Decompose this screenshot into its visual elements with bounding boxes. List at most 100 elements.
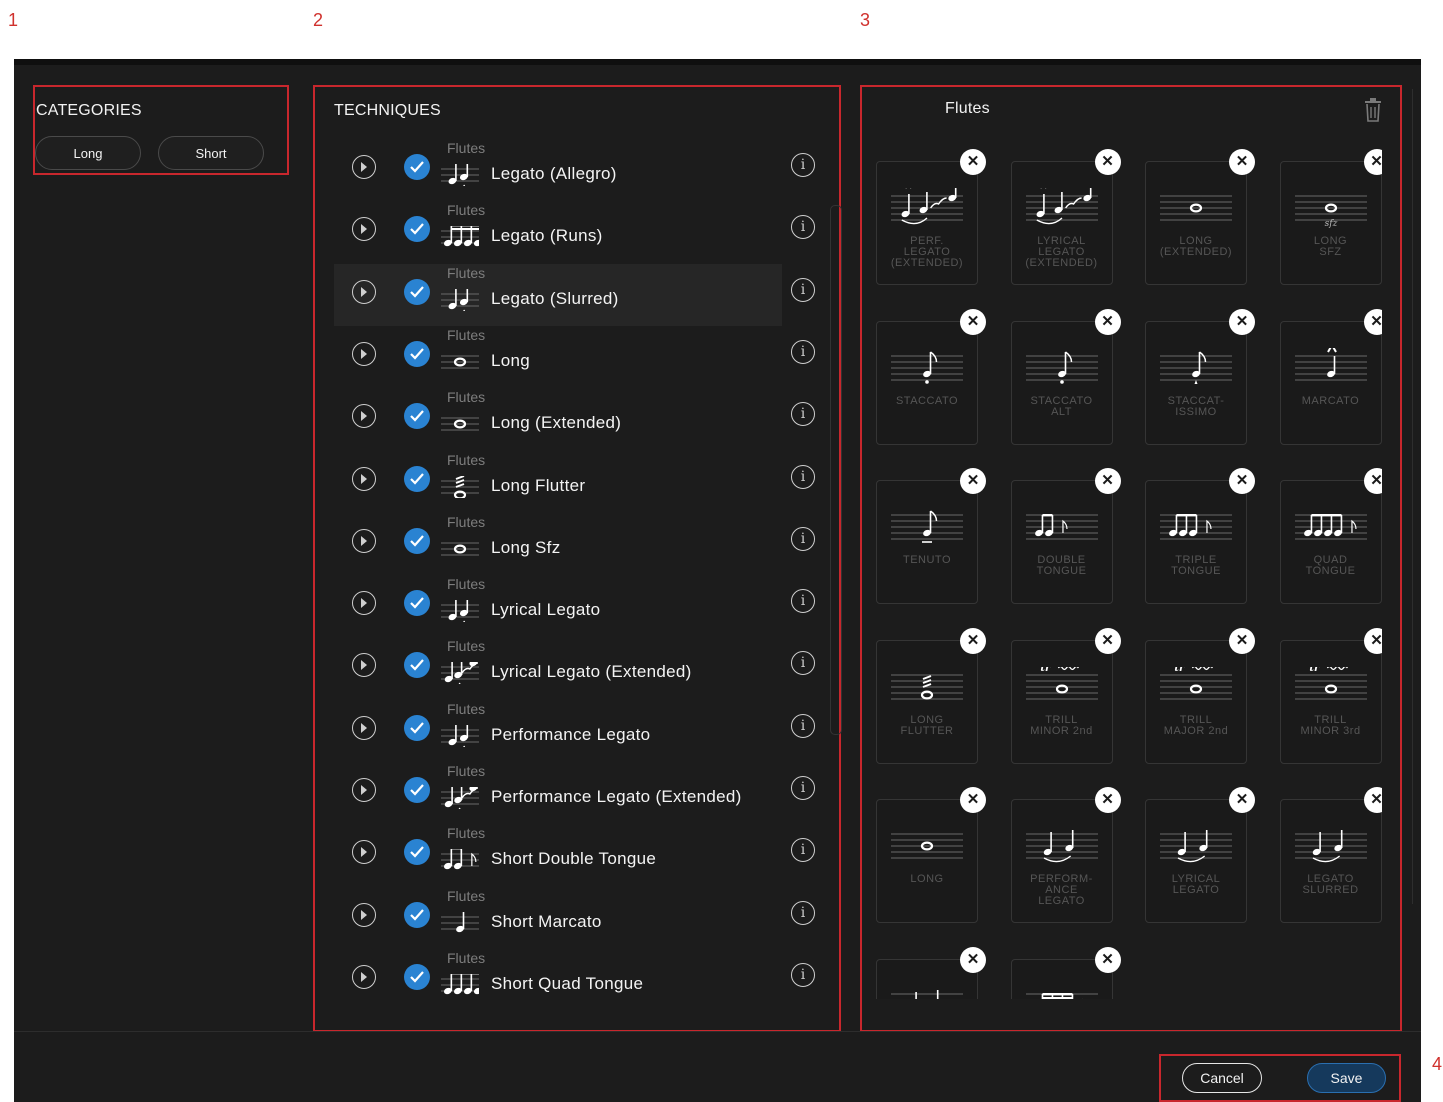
checkbox-checked-icon[interactable] (404, 652, 430, 679)
technique-row[interactable]: Flutes Long (Extended) i (334, 388, 815, 450)
info-icon[interactable]: i (791, 713, 815, 738)
technique-row[interactable]: Flutes Lyrical Legato i (334, 575, 815, 637)
play-icon[interactable] (352, 466, 376, 491)
checkbox-checked-icon[interactable] (404, 714, 430, 741)
checkbox-checked-icon[interactable] (404, 216, 430, 243)
technique-tile[interactable]: LONG FLUTTER (876, 639, 978, 764)
remove-tile-icon[interactable]: ✕ (1229, 308, 1255, 335)
technique-tile[interactable]: STACCAT- ISSIMO (1145, 320, 1247, 445)
technique-tile[interactable]: LYRICAL LEGATO (1145, 799, 1247, 923)
technique-tile[interactable]: PERFORM- ANCE LEGATO (1010, 799, 1113, 923)
remove-tile-icon[interactable]: ✕ (1229, 787, 1255, 813)
play-icon[interactable] (352, 840, 376, 865)
technique-tile[interactable]: LONG (876, 799, 978, 923)
technique-row[interactable]: Flutes Performance Legato i (334, 700, 815, 762)
info-icon[interactable]: i (791, 153, 815, 177)
technique-row[interactable]: Flutes Lyrical Legato (Extended) i (334, 637, 815, 699)
technique-tile[interactable]: DOUBLE TONGUE (1010, 480, 1113, 604)
remove-tile-icon[interactable]: ✕ (960, 468, 986, 494)
remove-tile-icon[interactable]: ✕ (1363, 627, 1382, 654)
save-button[interactable]: Save (1307, 1063, 1386, 1093)
info-icon[interactable]: i (791, 464, 815, 489)
technique-tile[interactable]: STACCATO (876, 320, 978, 445)
play-icon[interactable] (352, 778, 376, 802)
play-icon[interactable] (352, 715, 376, 740)
checkbox-checked-icon[interactable] (404, 963, 430, 990)
technique-row[interactable]: Flutes Long Flutter i (334, 451, 815, 513)
remove-tile-icon[interactable]: ✕ (1094, 468, 1121, 494)
cancel-button[interactable]: Cancel (1182, 1063, 1262, 1093)
checkbox-checked-icon[interactable] (404, 403, 430, 430)
checkbox-checked-icon[interactable] (404, 278, 430, 305)
info-icon[interactable]: i (791, 526, 815, 551)
remove-tile-icon[interactable]: ✕ (1094, 787, 1121, 813)
info-icon[interactable]: i (791, 402, 815, 427)
checkbox-checked-icon[interactable] (404, 527, 430, 554)
info-icon[interactable]: i (791, 339, 815, 364)
technique-tile[interactable]: sfz LONG SFZ (1279, 161, 1382, 285)
technique-tile[interactable]: LYRICAL LEGATO (EXTENDED) (1010, 161, 1113, 285)
play-icon[interactable] (352, 217, 376, 242)
remove-tile-icon[interactable]: ✕ (1363, 308, 1382, 335)
technique-row[interactable]: Flutes Legato (Runs) i (334, 201, 815, 263)
tile-label: TRILL MINOR 2nd (1030, 713, 1093, 737)
info-icon[interactable]: i (791, 776, 815, 800)
remove-tile-icon[interactable]: ✕ (960, 149, 986, 175)
info-icon[interactable]: i (791, 962, 815, 987)
checkbox-checked-icon[interactable] (404, 590, 430, 617)
info-icon[interactable]: i (791, 589, 815, 614)
remove-tile-icon[interactable]: ✕ (960, 946, 986, 973)
technique-row[interactable]: Flutes Legato (Slurred) i (334, 263, 815, 326)
technique-tile[interactable]: tr TRILL MINOR 3rd (1279, 639, 1382, 764)
remove-tile-icon[interactable]: ✕ (960, 308, 986, 335)
play-icon[interactable] (352, 279, 376, 304)
remove-tile-icon[interactable]: ✕ (1229, 468, 1255, 494)
technique-tile[interactable]: STACCATO ALT (1010, 320, 1113, 445)
technique-tile[interactable]: QUAD TONGUE (1279, 480, 1382, 604)
technique-tile[interactable]: PERF. LEGATO (EXTENDED) (876, 161, 978, 285)
checkbox-checked-icon[interactable] (404, 901, 430, 928)
remove-tile-icon[interactable]: ✕ (1094, 308, 1121, 335)
trash-icon[interactable] (1363, 98, 1383, 122)
category-long-button[interactable]: Long (35, 136, 141, 170)
checkbox-checked-icon[interactable] (404, 839, 430, 866)
technique-row[interactable]: Flutes Short Quad Tongue i (334, 949, 815, 1011)
remove-tile-icon[interactable]: ✕ (1094, 149, 1121, 175)
techniques-scrollbar[interactable] (830, 205, 842, 735)
checkbox-checked-icon[interactable] (404, 777, 430, 803)
technique-row[interactable]: Flutes Legato (Allegro) i (334, 139, 815, 201)
technique-tile[interactable]: TRIPLE TONGUE (1145, 480, 1247, 604)
play-icon[interactable] (352, 528, 376, 553)
play-icon[interactable] (352, 404, 376, 429)
remove-tile-icon[interactable]: ✕ (1229, 149, 1255, 175)
technique-row[interactable]: Flutes sfz Long Sfz i (334, 513, 815, 575)
preset-scrollbar[interactable] (1412, 89, 1419, 904)
remove-tile-icon[interactable]: ✕ (960, 787, 986, 813)
checkbox-checked-icon[interactable] (404, 154, 430, 180)
remove-tile-icon[interactable]: ✕ (1094, 946, 1121, 973)
play-icon[interactable] (352, 902, 376, 927)
play-icon[interactable] (352, 964, 376, 989)
remove-tile-icon[interactable]: ✕ (1094, 627, 1121, 654)
info-icon[interactable]: i (791, 277, 815, 302)
technique-tile[interactable]: LEGATO SLURRED (1279, 799, 1382, 923)
technique-tile[interactable]: MARCATO (1279, 320, 1382, 445)
checkbox-checked-icon[interactable] (404, 465, 430, 492)
play-icon[interactable] (352, 155, 376, 179)
technique-tile[interactable]: tr TRILL MINOR 2nd (1010, 639, 1113, 764)
info-icon[interactable]: i (791, 900, 815, 925)
technique-row[interactable]: Flutes Long i (334, 326, 815, 388)
technique-tile[interactable]: LONG (EXTENDED) (1145, 161, 1247, 285)
technique-tile[interactable]: TENUTO (876, 480, 978, 604)
remove-tile-icon[interactable]: ✕ (1229, 627, 1255, 654)
category-short-button[interactable]: Short (158, 136, 264, 170)
technique-tile[interactable]: tr TRILL MAJOR 2nd (1145, 639, 1247, 764)
technique-row[interactable]: Flutes Short Double Tongue i (334, 824, 815, 886)
remove-tile-icon[interactable]: ✕ (960, 627, 986, 654)
play-icon[interactable] (352, 341, 376, 366)
technique-row[interactable]: Flutes Short Marcato i (334, 887, 815, 949)
play-icon[interactable] (352, 653, 376, 678)
checkbox-checked-icon[interactable] (404, 340, 430, 367)
technique-row[interactable]: Flutes Performance Legato (Extended) i (334, 762, 815, 824)
play-icon[interactable] (352, 591, 376, 616)
